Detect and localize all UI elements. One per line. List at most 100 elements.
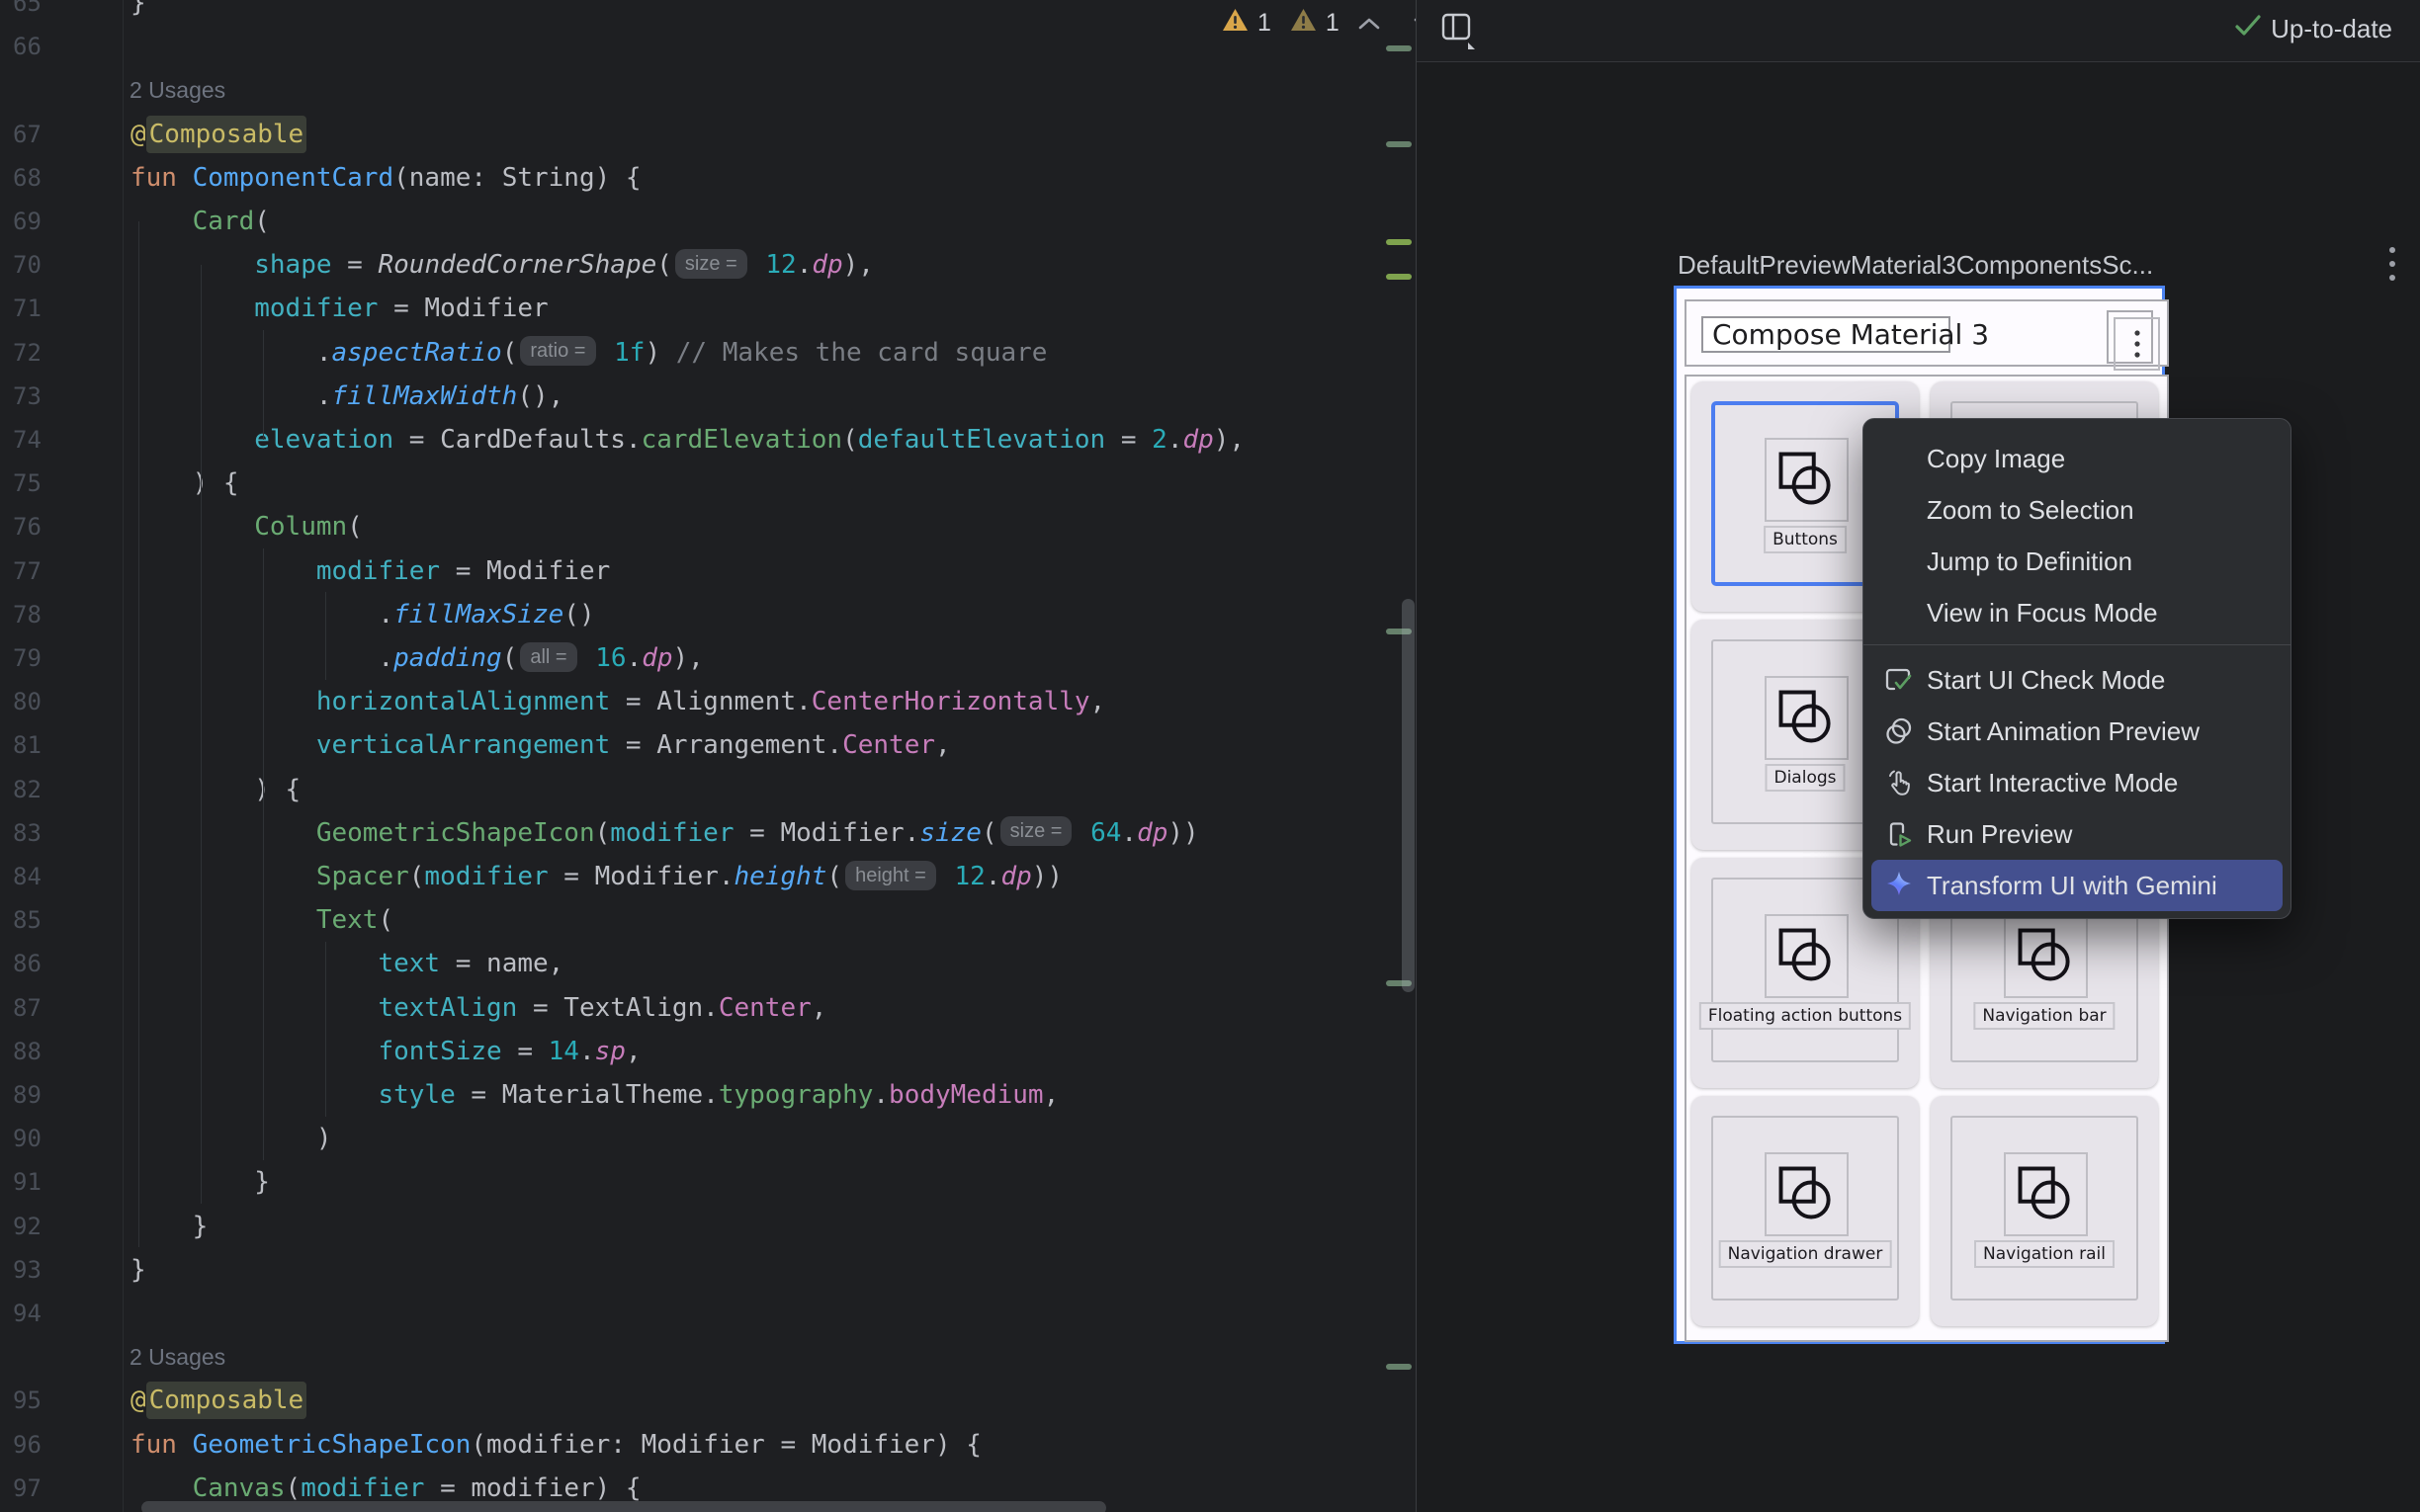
code-line[interactable]: 93} xyxy=(0,1248,1416,1292)
menu-item-zoom-to-selection[interactable]: Zoom to Selection xyxy=(1871,484,2283,536)
code-line[interactable]: 81 verticalArrangement = Arrangement.Cen… xyxy=(0,723,1416,767)
line-number[interactable]: 86 xyxy=(13,942,42,985)
vcs-change-mark[interactable] xyxy=(1386,274,1412,280)
line-number[interactable]: 91 xyxy=(13,1160,42,1204)
line-number[interactable]: 80 xyxy=(13,680,42,723)
code-line[interactable]: 68fun ComponentCard(name: String) { xyxy=(0,156,1416,200)
line-number[interactable]: 75 xyxy=(13,462,42,505)
line-number[interactable]: 82 xyxy=(13,768,42,811)
code-line[interactable]: 89 style = MaterialTheme.typography.body… xyxy=(0,1073,1416,1117)
vcs-change-mark[interactable] xyxy=(1386,141,1412,147)
code-line[interactable]: 70 shape = RoundedCornerShape(size = 12.… xyxy=(0,243,1416,287)
code-line[interactable]: 92 } xyxy=(0,1205,1416,1248)
code-line[interactable]: 86 text = name, xyxy=(0,942,1416,985)
line-number[interactable]: 92 xyxy=(13,1205,42,1248)
usages-hint[interactable]: 2 Usages xyxy=(0,1335,1416,1379)
menu-item-view-in-focus-mode[interactable]: View in Focus Mode xyxy=(1871,587,2283,638)
code-text: ) { xyxy=(130,462,239,505)
kebab-icon xyxy=(2114,317,2160,371)
code-line[interactable]: 83 GeometricShapeIcon(modifier = Modifie… xyxy=(0,811,1416,855)
line-number[interactable]: 81 xyxy=(13,723,42,767)
component-card-navigation-rail[interactable]: Navigation rail xyxy=(1931,1096,2158,1326)
code-line[interactable]: 69 Card( xyxy=(0,200,1416,243)
menu-item-start-animation-preview[interactable]: Start Animation Preview xyxy=(1871,706,2283,757)
menu-item-start-interactive-mode[interactable]: Start Interactive Mode xyxy=(1871,757,2283,808)
android-studio-window: { "colors":{"accent_blue":"#4B83F2","sel… xyxy=(0,0,2420,1512)
vcs-change-mark[interactable] xyxy=(1386,1364,1412,1370)
code-line[interactable]: 71 modifier = Modifier xyxy=(0,287,1416,330)
line-number[interactable]: 70 xyxy=(13,243,42,287)
line-number[interactable]: 65 xyxy=(13,0,42,25)
line-number[interactable]: 74 xyxy=(13,418,42,462)
line-number[interactable]: 76 xyxy=(13,505,42,548)
menu-item-start-ui-check-mode[interactable]: Start UI Check Mode xyxy=(1871,654,2283,706)
line-number[interactable]: 88 xyxy=(13,1030,42,1073)
code-line[interactable]: 82 ) { xyxy=(0,768,1416,811)
line-number[interactable]: 69 xyxy=(13,200,42,243)
line-number[interactable]: 85 xyxy=(13,898,42,942)
line-number[interactable]: 89 xyxy=(13,1073,42,1117)
line-number[interactable]: 72 xyxy=(13,331,42,375)
preview-status[interactable]: Up-to-date xyxy=(2234,14,2392,44)
code-text: ) { xyxy=(130,768,301,811)
line-number[interactable]: 97 xyxy=(13,1467,42,1510)
menu-item-transform-ui-with-gemini[interactable]: Transform UI with Gemini xyxy=(1871,860,2283,911)
vcs-change-mark[interactable] xyxy=(1386,45,1412,51)
line-number[interactable]: 87 xyxy=(13,986,42,1030)
code-line[interactable]: 85 Text( xyxy=(0,898,1416,942)
line-number[interactable]: 66 xyxy=(13,25,42,68)
menu-item-copy-image[interactable]: Copy Image xyxy=(1871,433,2283,484)
code-line[interactable]: 91 } xyxy=(0,1160,1416,1204)
vcs-change-mark[interactable] xyxy=(1386,239,1412,245)
preview-options-kebab-icon[interactable] xyxy=(2387,244,2411,288)
code-line[interactable]: 76 Column( xyxy=(0,505,1416,548)
preview-title-text-field[interactable]: Compose Material 3 xyxy=(1701,316,1950,353)
menu-item-jump-to-definition[interactable]: Jump to Definition xyxy=(1871,536,2283,587)
line-number[interactable]: 79 xyxy=(13,636,42,680)
editor-horizontal-scrollbar[interactable] xyxy=(141,1501,1106,1512)
line-number[interactable]: 78 xyxy=(13,593,42,636)
usages-hint[interactable]: 2 Usages xyxy=(0,68,1416,112)
code-line[interactable]: 74 elevation = CardDefaults.cardElevatio… xyxy=(0,418,1416,462)
code-line[interactable]: 75 ) { xyxy=(0,462,1416,505)
editor-vertical-scrollbar[interactable] xyxy=(1402,599,1415,992)
code-line[interactable]: 94 xyxy=(0,1292,1416,1335)
code-line[interactable]: 72 .aspectRatio(ratio = 1f) // Makes the… xyxy=(0,331,1416,375)
code-line[interactable]: 80 horizontalAlignment = Alignment.Cente… xyxy=(0,680,1416,723)
code-line[interactable]: 95@Composable xyxy=(0,1379,1416,1422)
code-line[interactable]: 84 Spacer(modifier = Modifier.height(hei… xyxy=(0,855,1416,898)
line-number[interactable]: 67 xyxy=(13,113,42,156)
line-number[interactable]: 83 xyxy=(13,811,42,855)
code-line[interactable]: 65} xyxy=(0,0,1416,25)
parameter-inlay-hint: height = xyxy=(845,861,936,890)
component-card-navigation-drawer[interactable]: Navigation drawer xyxy=(1691,1096,1919,1326)
code-line[interactable]: 96fun GeometricShapeIcon(modifier: Modif… xyxy=(0,1423,1416,1467)
line-number[interactable]: 96 xyxy=(13,1423,42,1467)
line-number[interactable]: 94 xyxy=(13,1292,42,1335)
line-number[interactable]: 71 xyxy=(13,287,42,330)
line-number[interactable]: 90 xyxy=(13,1117,42,1160)
line-number[interactable]: 68 xyxy=(13,156,42,200)
line-number[interactable]: 84 xyxy=(13,855,42,898)
weak-warning-icon[interactable] xyxy=(1290,8,1317,39)
line-number[interactable]: 95 xyxy=(13,1379,42,1422)
code-line[interactable]: 79 .padding(all = 16.dp), xyxy=(0,636,1416,680)
code-line[interactable]: 87 textAlign = TextAlign.Center, xyxy=(0,986,1416,1030)
preview-overflow-menu-button[interactable] xyxy=(2107,310,2153,364)
code-line[interactable]: 90 ) xyxy=(0,1117,1416,1160)
editor-layout-mode-icon[interactable] xyxy=(1440,11,1478,50)
menu-item-run-preview[interactable]: Run Preview xyxy=(1871,808,2283,860)
warning-icon[interactable] xyxy=(1222,8,1249,39)
line-number[interactable]: 73 xyxy=(13,375,42,418)
code-line[interactable]: 88 fontSize = 14.sp, xyxy=(0,1030,1416,1073)
previous-problem-chevron-up-icon[interactable] xyxy=(1358,9,1380,38)
code-editor[interactable]: 65}662 Usages67@Composable68fun Componen… xyxy=(0,0,1416,1512)
line-number[interactable]: 77 xyxy=(13,549,42,593)
code-line[interactable]: 73 .fillMaxWidth(), xyxy=(0,375,1416,418)
line-number[interactable]: 93 xyxy=(13,1248,42,1292)
code-line[interactable]: 78 .fillMaxSize() xyxy=(0,593,1416,636)
menu-item-label: Jump to Definition xyxy=(1927,546,2132,577)
code-line[interactable]: 67@Composable xyxy=(0,113,1416,156)
code-line[interactable]: 66 xyxy=(0,25,1416,68)
code-line[interactable]: 77 modifier = Modifier xyxy=(0,549,1416,593)
